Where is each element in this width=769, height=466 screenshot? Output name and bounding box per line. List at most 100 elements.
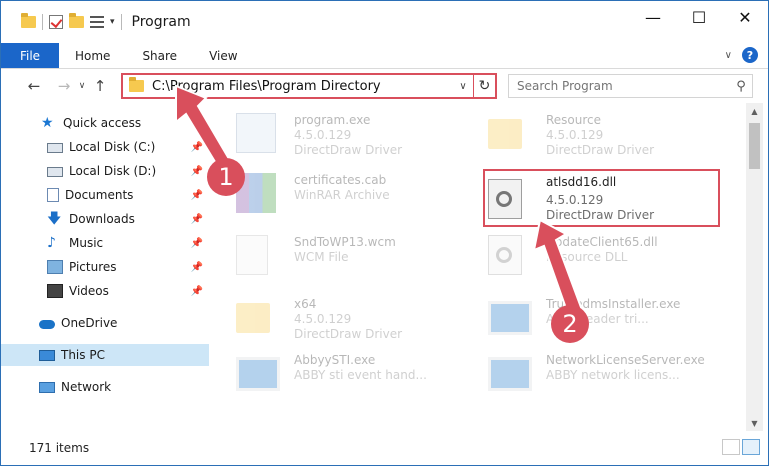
sidebar-item-label: Videos — [69, 284, 109, 298]
application-icon — [488, 357, 532, 391]
music-icon: ♪ — [47, 235, 56, 251]
scroll-down-icon[interactable]: ▼ — [746, 415, 763, 431]
file-tile[interactable]: x64 4.5.0.129 DirectDraw Driver — [216, 289, 476, 343]
window-controls: — ☐ ✕ — [630, 1, 768, 33]
address-dropdown-icon[interactable]: ∨ — [453, 81, 473, 92]
sidebar-item-this-pc[interactable]: This PC — [1, 344, 209, 366]
quick-access-toolbar: ▾ — [1, 13, 122, 30]
tab-home[interactable]: Home — [59, 43, 126, 68]
file-name: SndToWP13.wcm — [294, 235, 396, 249]
file-tile[interactable]: AbbyySTI.exe ABBY sti event hand... — [216, 345, 476, 399]
sidebar-item-network[interactable]: Network — [1, 376, 209, 398]
file-tile[interactable]: program.exe 4.5.0.129 DirectDraw Driver — [216, 105, 476, 159]
cloud-icon — [39, 320, 55, 329]
sidebar-item-label: Downloads — [69, 212, 135, 226]
recent-locations-icon[interactable]: ∨ — [75, 81, 89, 91]
sidebar-item-downloads[interactable]: 🡇 Downloads 📌 — [1, 208, 209, 230]
sidebar-item-videos[interactable]: Videos 📌 — [1, 280, 209, 302]
address-path[interactable]: C:\Program Files\Program Directory — [152, 79, 453, 94]
executable-icon — [236, 113, 276, 153]
sidebar-item-pictures[interactable]: Pictures 📌 — [1, 256, 209, 278]
large-icons-view-icon[interactable] — [742, 439, 760, 455]
disk-icon — [47, 167, 63, 177]
navigation-pane: ★ Quick access Local Disk (C:) 📌 Local D… — [1, 103, 211, 431]
refresh-icon[interactable]: ↻ — [473, 75, 495, 97]
back-icon[interactable]: ← — [23, 77, 45, 95]
pin-icon[interactable]: 📌 — [191, 238, 203, 249]
dll-file-icon — [488, 235, 522, 275]
sidebar-item-local-disk-d[interactable]: Local Disk (D:) 📌 — [1, 160, 209, 182]
tab-share[interactable]: Share — [126, 43, 193, 68]
sidebar-item-documents[interactable]: Documents 📌 — [1, 184, 209, 206]
expand-ribbon-icon[interactable]: ∨ — [725, 50, 732, 61]
network-icon — [39, 381, 55, 393]
file-tile[interactable]: SndToWP13.wcm WCM File — [216, 227, 476, 281]
close-button[interactable]: ✕ — [722, 1, 768, 33]
pin-icon[interactable]: 📌 — [191, 190, 203, 201]
details-view-icon[interactable] — [722, 439, 740, 455]
folder-icon — [488, 119, 522, 149]
folder-icon — [21, 13, 36, 28]
file-version: 4.5.0.129 — [546, 128, 604, 142]
minimize-button[interactable]: — — [630, 1, 676, 33]
file-list: program.exe 4.5.0.129 DirectDraw Driver … — [216, 103, 746, 431]
up-icon[interactable]: ↑ — [89, 77, 111, 95]
search-box[interactable]: ⚲ — [508, 74, 753, 98]
sidebar-item-label: Local Disk (C:) — [69, 140, 156, 154]
application-icon — [236, 357, 280, 391]
sidebar-item-label: Pictures — [69, 260, 117, 274]
file-name: Resource — [546, 113, 602, 127]
folder-icon — [129, 77, 144, 92]
download-icon: 🡇 — [47, 211, 62, 227]
file-type: Resource DLL — [546, 250, 628, 264]
pin-icon[interactable]: 📌 — [191, 262, 203, 273]
file-name: NetworkLicenseServer.exe — [546, 353, 705, 367]
help-icon[interactable]: ? — [742, 47, 758, 63]
sidebar-item-label: OneDrive — [61, 316, 118, 330]
properties-icon[interactable] — [49, 15, 63, 29]
search-input[interactable] — [509, 79, 730, 93]
sidebar-item-label: This PC — [61, 348, 105, 362]
file-tile[interactable]: Resource 4.5.0.129 DirectDraw Driver — [468, 105, 728, 159]
maximize-button[interactable]: ☐ — [676, 1, 722, 33]
file-version: 4.5.0.129 — [294, 312, 352, 326]
pin-icon[interactable]: 📌 — [191, 166, 203, 177]
new-folder-icon[interactable] — [69, 13, 84, 28]
step-2-badge: 2 — [551, 305, 589, 343]
pin-icon[interactable]: 📌 — [191, 214, 203, 225]
file-tile[interactable]: NetworkLicenseServer.exe ABBY network li… — [468, 345, 728, 399]
status-bar: 171 items — [1, 431, 768, 465]
tab-file[interactable]: File — [1, 43, 59, 68]
pin-icon[interactable]: 📌 — [191, 286, 203, 297]
picture-icon — [47, 260, 63, 274]
file-icon — [236, 235, 268, 275]
file-description: DirectDraw Driver — [294, 143, 403, 157]
sidebar-item-label: Music — [69, 236, 104, 250]
computer-icon — [39, 349, 55, 361]
view-switcher — [722, 439, 760, 455]
list-icon[interactable] — [90, 16, 104, 28]
file-description: ABBY sti event hand... — [294, 368, 427, 382]
vertical-scrollbar[interactable]: ▲ ▼ — [746, 103, 763, 431]
customize-toolbar-icon[interactable]: ▾ — [110, 17, 115, 27]
file-highlight-box — [483, 169, 720, 227]
tab-view[interactable]: View — [193, 43, 253, 68]
sidebar-item-onedrive[interactable]: OneDrive — [1, 312, 209, 334]
file-tile[interactable]: certificates.cab WinRAR Archive — [216, 165, 476, 219]
sidebar-item-music[interactable]: ♪ Music 📌 — [1, 232, 209, 254]
forward-icon[interactable]: → — [53, 77, 75, 95]
sidebar-item-quick-access[interactable]: ★ Quick access — [1, 112, 209, 134]
gear-icon — [496, 247, 512, 263]
pin-icon[interactable]: 📌 — [191, 142, 203, 153]
sidebar-item-label: Documents — [65, 188, 134, 202]
file-type: WinRAR Archive — [294, 188, 390, 202]
file-tile[interactable]: UpdateClient65.dll Resource DLL — [468, 227, 728, 281]
address-bar[interactable]: C:\Program Files\Program Directory ∨ ↻ — [121, 73, 497, 99]
search-icon[interactable]: ⚲ — [730, 79, 752, 94]
sidebar-item-local-disk-c[interactable]: Local Disk (C:) 📌 — [1, 136, 209, 158]
scroll-up-icon[interactable]: ▲ — [746, 103, 763, 119]
file-tile[interactable]: TrustedmsInstaller.exe ABBY reader tri..… — [468, 289, 728, 343]
file-name: AbbyySTI.exe — [294, 353, 376, 367]
scrollbar-thumb[interactable] — [749, 123, 760, 169]
file-description: DirectDraw Driver — [294, 327, 403, 341]
